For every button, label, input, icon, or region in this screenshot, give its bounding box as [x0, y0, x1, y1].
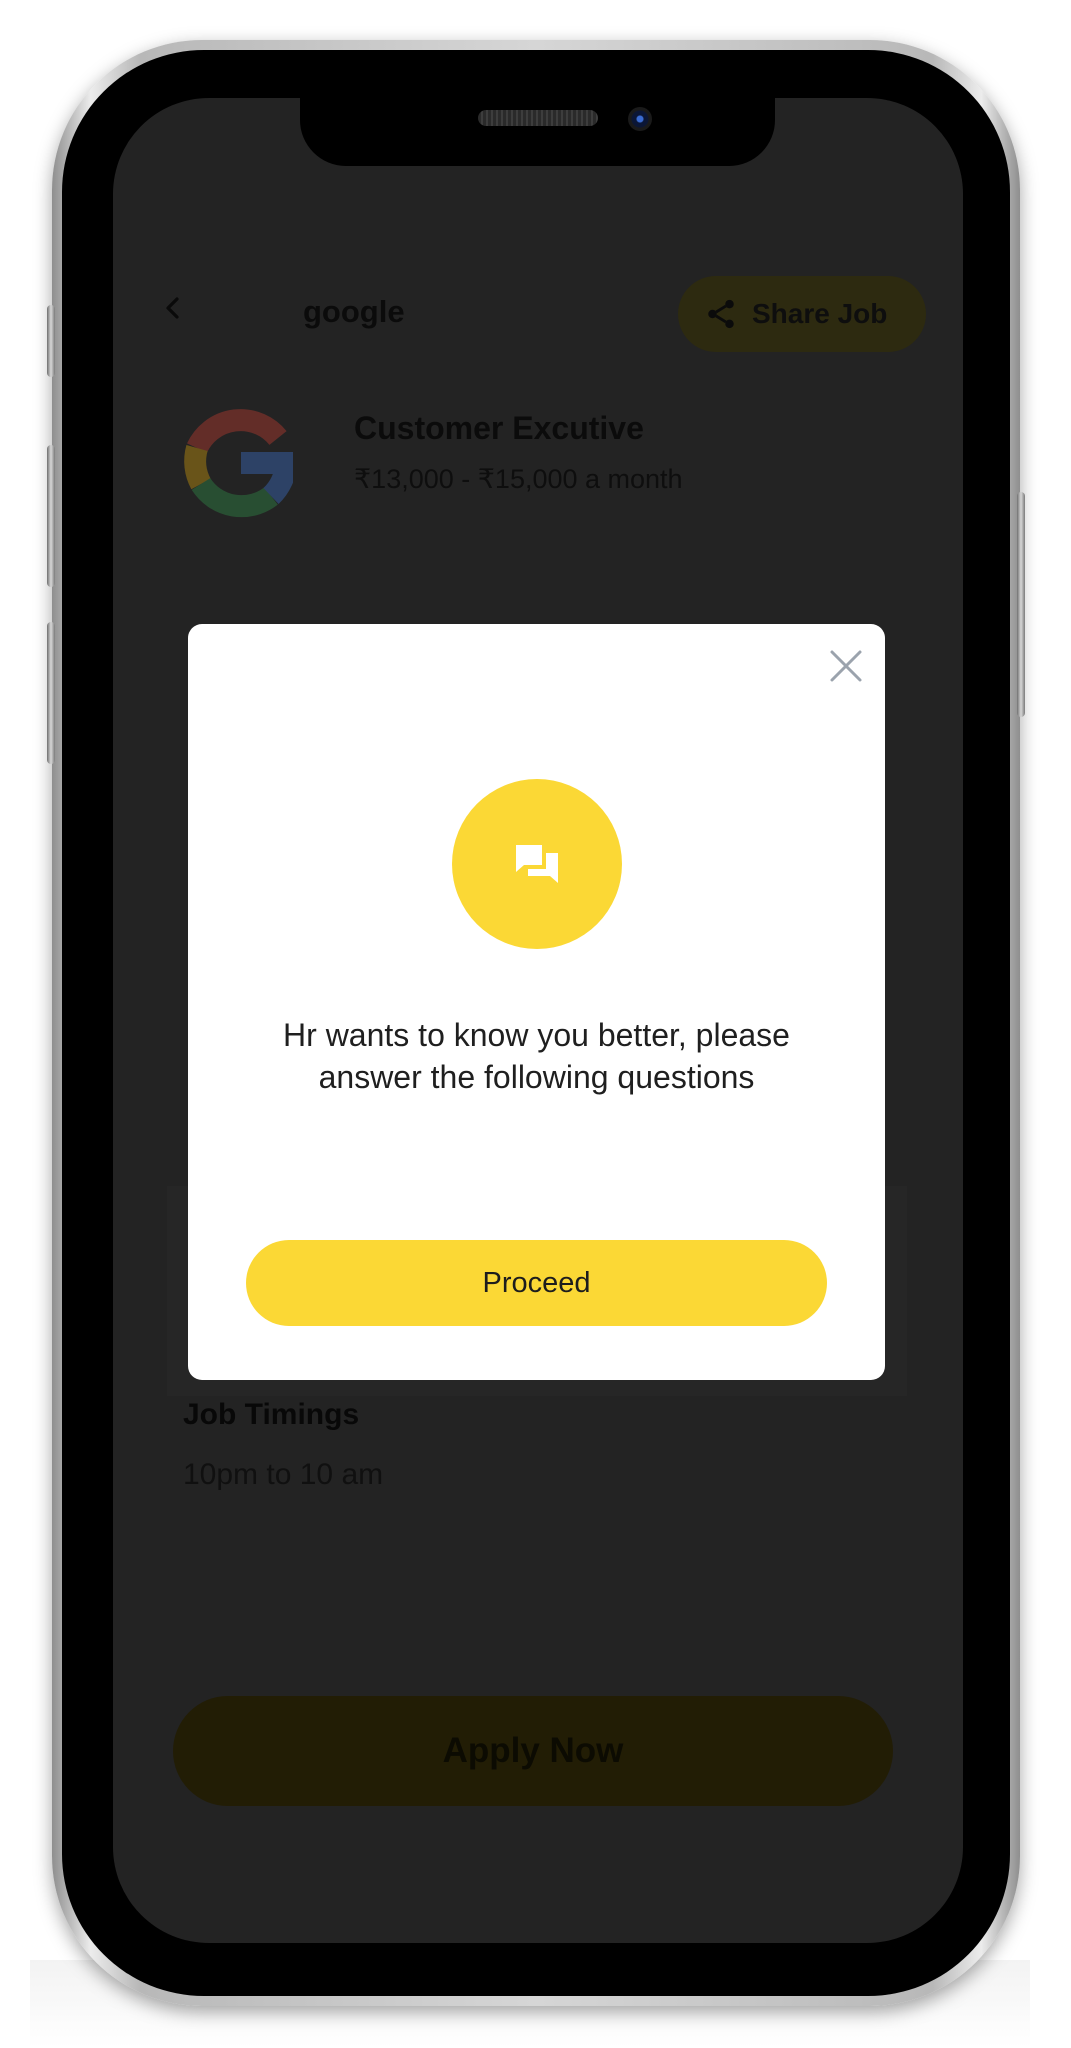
volume-up-button [47, 445, 55, 587]
job-timings-value: 10pm to 10 am [183, 1458, 384, 1491]
share-job-label: Share Job [752, 298, 888, 329]
phone-notch [300, 98, 775, 166]
chat-icon [516, 845, 558, 883]
share-job-button[interactable]: Share Job [678, 276, 926, 352]
dialog-message-line1: Hr wants to know you better, please [283, 1017, 790, 1053]
back-arrow-icon[interactable] [161, 296, 185, 320]
proceed-button[interactable]: Proceed [246, 1240, 827, 1326]
camera-icon [628, 107, 652, 131]
mute-switch [47, 305, 55, 377]
phone-screen: google Share Job Customer Excutive ₹13,0… [113, 98, 963, 1943]
job-timings-label: Job Timings [183, 1398, 360, 1431]
power-button [1017, 492, 1025, 717]
dialog-message-line2: answer the following questions [318, 1059, 755, 1095]
job-title: Customer Excutive [354, 410, 644, 446]
speaker-grille [478, 110, 598, 126]
apply-now-button[interactable]: Apply Now [173, 1696, 893, 1806]
page-title: google [303, 294, 405, 329]
share-icon [708, 299, 734, 329]
salary-range: ₹13,000 - ₹15,000 a month [354, 464, 683, 494]
apply-now-label: Apply Now [442, 1731, 624, 1770]
google-logo [184, 409, 293, 518]
dialog-message: Hr wants to know you better, please answ… [228, 1014, 845, 1098]
volume-down-button [47, 622, 55, 764]
questions-dialog: Hr wants to know you better, please answ… [188, 624, 885, 1380]
chat-icon-badge [452, 779, 622, 949]
close-icon[interactable] [826, 646, 866, 686]
proceed-label: Proceed [482, 1266, 591, 1299]
